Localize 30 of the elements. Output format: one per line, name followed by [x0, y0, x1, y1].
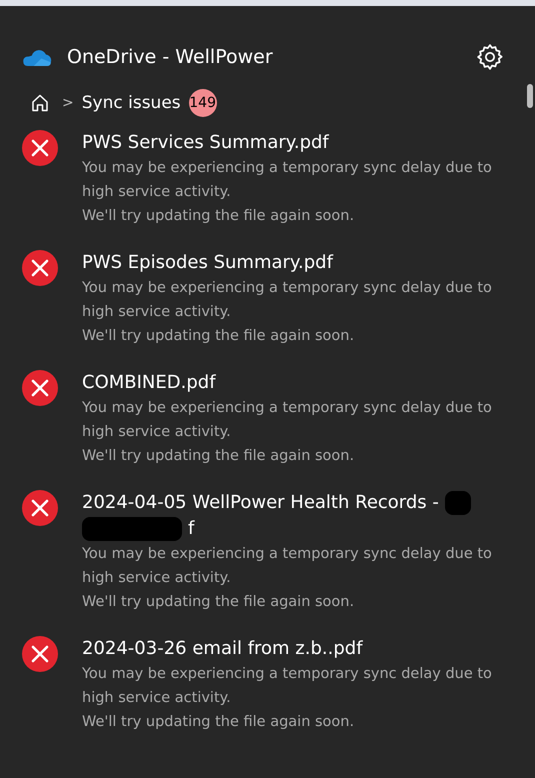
- file-name: 2024-04-05 WellPower Health Records -: [82, 491, 439, 515]
- retry-note: We'll try updating the file again soon.: [82, 593, 356, 612]
- retry-note: We'll try updating the file again soon.: [82, 713, 356, 732]
- file-name-end: f: [188, 517, 194, 541]
- error-icon: [22, 370, 58, 406]
- breadcrumb-separator: >: [62, 95, 74, 111]
- file-name: PWS Services Summary.pdf: [82, 131, 330, 155]
- app-title: OneDrive - WellPower: [67, 46, 274, 68]
- redaction-mark: [444, 491, 471, 515]
- error-icon: [22, 250, 58, 286]
- settings-icon[interactable]: [475, 42, 505, 72]
- sync-message: You may be experiencing a temporary sync delay due to high service activity.: [82, 665, 493, 708]
- file-name: COMBINED.pdf: [82, 371, 217, 395]
- scrollbar-thumb[interactable]: [527, 84, 533, 108]
- error-icon: [22, 130, 58, 166]
- error-icon: [22, 490, 58, 526]
- cloud-icon: [22, 48, 53, 66]
- issue-count-badge: 149: [188, 89, 217, 117]
- error-icon: [22, 636, 58, 672]
- file-name: PWS Episodes Summary.pdf: [82, 251, 334, 275]
- sync-message: You may be experiencing a temporary sync delay due to high service activity.: [82, 399, 493, 442]
- retry-note: We'll try updating the file again soon.: [82, 447, 356, 466]
- breadcrumb-current: Sync issues: [82, 93, 181, 113]
- home-icon[interactable]: [30, 93, 50, 113]
- sync-message: You may be experiencing a temporary sync delay due to high service activity.: [82, 545, 493, 588]
- retry-note: We'll try updating the file again soon.: [82, 327, 356, 346]
- file-name: 2024-03-26 email from z.b..pdf: [82, 637, 364, 661]
- retry-note: We'll try updating the file again soon.: [82, 207, 356, 226]
- sync-message: You may be experiencing a temporary sync delay due to high service activity.: [82, 159, 493, 202]
- sync-message: You may be experiencing a temporary sync delay due to high service activity.: [82, 279, 493, 322]
